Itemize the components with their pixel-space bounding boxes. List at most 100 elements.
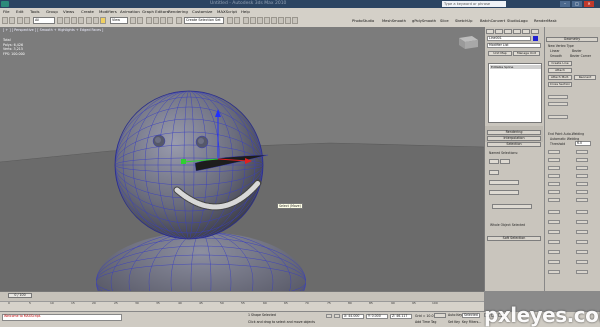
toolbar-rendermask[interactable]: RenderMask (534, 15, 557, 27)
rollout-geometry[interactable]: Geometry (546, 37, 598, 42)
menu-rendering[interactable]: Rendering (168, 8, 188, 15)
utilities-tab-icon[interactable] (531, 29, 539, 34)
lock-selection-icon[interactable] (326, 314, 332, 318)
extend-button[interactable] (576, 198, 588, 202)
set-key-button[interactable]: Set Key (448, 320, 460, 324)
attach-button[interactable]: Attach (548, 68, 572, 73)
create-tab-icon[interactable] (486, 29, 494, 34)
rollout-selection[interactable]: Selection (487, 142, 541, 147)
menu-group[interactable]: Group (46, 8, 58, 15)
lock-handles-button[interactable] (548, 270, 560, 274)
explode-button[interactable] (548, 260, 560, 264)
undo-icon[interactable] (2, 17, 8, 24)
selected-dropdown[interactable]: Selected (462, 313, 480, 318)
unlink-icon[interactable] (24, 17, 30, 24)
vertex-type-linear[interactable]: Linear (550, 49, 560, 53)
toolbar-photostudio[interactable]: PhotoStudio (352, 15, 374, 27)
menu-create[interactable]: Create (81, 8, 94, 15)
manage-unit-button[interactable]: Manage Unit (513, 51, 540, 56)
alike-button[interactable] (576, 270, 588, 274)
select-rotate-icon[interactable] (93, 17, 99, 24)
vertex-type-bezier[interactable]: Bezier (572, 49, 582, 53)
menu-customize[interactable]: Customize (192, 8, 212, 15)
close-button[interactable]: ✕ (584, 1, 594, 7)
bind-button[interactable] (548, 230, 560, 234)
refine-button[interactable] (548, 95, 568, 99)
insert-button[interactable] (548, 158, 560, 162)
vertex-type-smooth[interactable]: Smooth (550, 54, 562, 58)
angle-snap-icon[interactable] (153, 17, 159, 24)
connect-button[interactable] (548, 115, 568, 119)
fillet-button[interactable] (576, 174, 588, 178)
select-move-icon[interactable] (86, 17, 92, 24)
unbind-button[interactable] (576, 230, 588, 234)
area-selection-option[interactable] (489, 180, 519, 185)
absolute-mode-icon[interactable] (334, 314, 340, 318)
menu-edit[interactable]: Edit (16, 8, 24, 15)
add-time-tag[interactable]: Add Time Tag (415, 320, 436, 324)
boolean-button[interactable] (548, 190, 560, 194)
layer-manager-icon[interactable] (243, 17, 249, 24)
motion-tab-icon[interactable] (513, 29, 521, 34)
menu-file[interactable]: File (3, 8, 10, 15)
rollout-interpolation[interactable]: Interpolation (487, 136, 541, 141)
minimize-button[interactable]: – (560, 1, 570, 7)
stack-item-editable-spline[interactable]: Editable Spline (490, 65, 541, 69)
copy-button[interactable] (489, 159, 499, 164)
modify-tab-icon[interactable] (495, 29, 503, 34)
make-first-button[interactable] (576, 158, 588, 162)
rollout-rendering[interactable]: Rendering (487, 130, 541, 135)
mirror-spline-button[interactable] (576, 190, 588, 194)
attach-mult-button[interactable]: Attach Mult. (548, 75, 572, 80)
menu-modifiers[interactable]: Modifiers (99, 8, 117, 15)
detach-button[interactable] (576, 250, 588, 254)
time-slider[interactable]: 0 / 100 (8, 293, 32, 298)
search-input[interactable]: Type a keyword or phrase (442, 1, 506, 7)
toolbar-batchconvert[interactable]: BatchConvert (480, 15, 505, 27)
menu-help[interactable]: Help (241, 8, 250, 15)
select-scale-icon[interactable] (100, 17, 106, 24)
menu-views[interactable]: Views (63, 8, 74, 15)
redo-icon[interactable] (9, 17, 15, 24)
schematic-view-icon[interactable] (264, 17, 270, 24)
reverse-button[interactable] (548, 166, 560, 170)
menu-graph-editors[interactable]: Graph Editors (142, 8, 169, 15)
mirror-icon[interactable] (227, 17, 233, 24)
cycle-button[interactable] (576, 166, 588, 170)
reorient-button[interactable]: Reorient (574, 75, 596, 80)
percent-snap-icon[interactable] (160, 17, 166, 24)
modifier-list-dropdown[interactable]: Modifier List (487, 43, 541, 48)
app-logo-icon[interactable] (1, 1, 9, 7)
weld-vertex-button[interactable] (548, 150, 560, 154)
named-selection-set-dropdown[interactable]: Create Selection Set (184, 17, 224, 24)
material-editor-icon[interactable] (271, 17, 277, 24)
select-by-name-icon[interactable] (64, 17, 70, 24)
toolbar-slice[interactable]: Slice (440, 15, 449, 27)
graphite-tools-icon[interactable] (250, 17, 256, 24)
fuse-button[interactable] (576, 150, 588, 154)
snowman-head[interactable] (114, 90, 264, 240)
toolbar-studiologo[interactable]: StudioLogo (507, 15, 528, 27)
edit-named-selection-icon[interactable] (176, 17, 182, 24)
toolbar-sketchup[interactable]: SketchUp (455, 15, 472, 27)
reference-coordinate-dropdown[interactable]: View (110, 17, 128, 24)
link-icon[interactable] (17, 17, 23, 24)
paste-button[interactable] (500, 159, 510, 164)
align-icon[interactable] (234, 17, 240, 24)
y-coordinate-field[interactable]: Y: 0.000 (366, 314, 388, 319)
display-tab-icon[interactable] (522, 29, 530, 34)
trim-button[interactable] (548, 198, 560, 202)
selection-filter-dropdown[interactable]: All (33, 17, 55, 24)
manipulate-icon[interactable] (137, 17, 143, 24)
delete-button[interactable] (548, 240, 560, 244)
hide-button[interactable] (548, 220, 560, 224)
maximize-button[interactable]: □ (572, 1, 582, 7)
pivot-icon[interactable] (130, 17, 136, 24)
create-line-button[interactable]: Create Line (548, 61, 572, 66)
show-selected-segs-button[interactable] (576, 260, 588, 264)
key-filters-button[interactable]: Key Filters... (462, 320, 481, 324)
perspective-viewport[interactable]: Select (Move) (0, 27, 484, 291)
unit-map-button[interactable]: Unit Map (488, 51, 512, 56)
threshold-input[interactable]: 6.0 (575, 141, 591, 146)
left-eye[interactable] (152, 134, 166, 148)
